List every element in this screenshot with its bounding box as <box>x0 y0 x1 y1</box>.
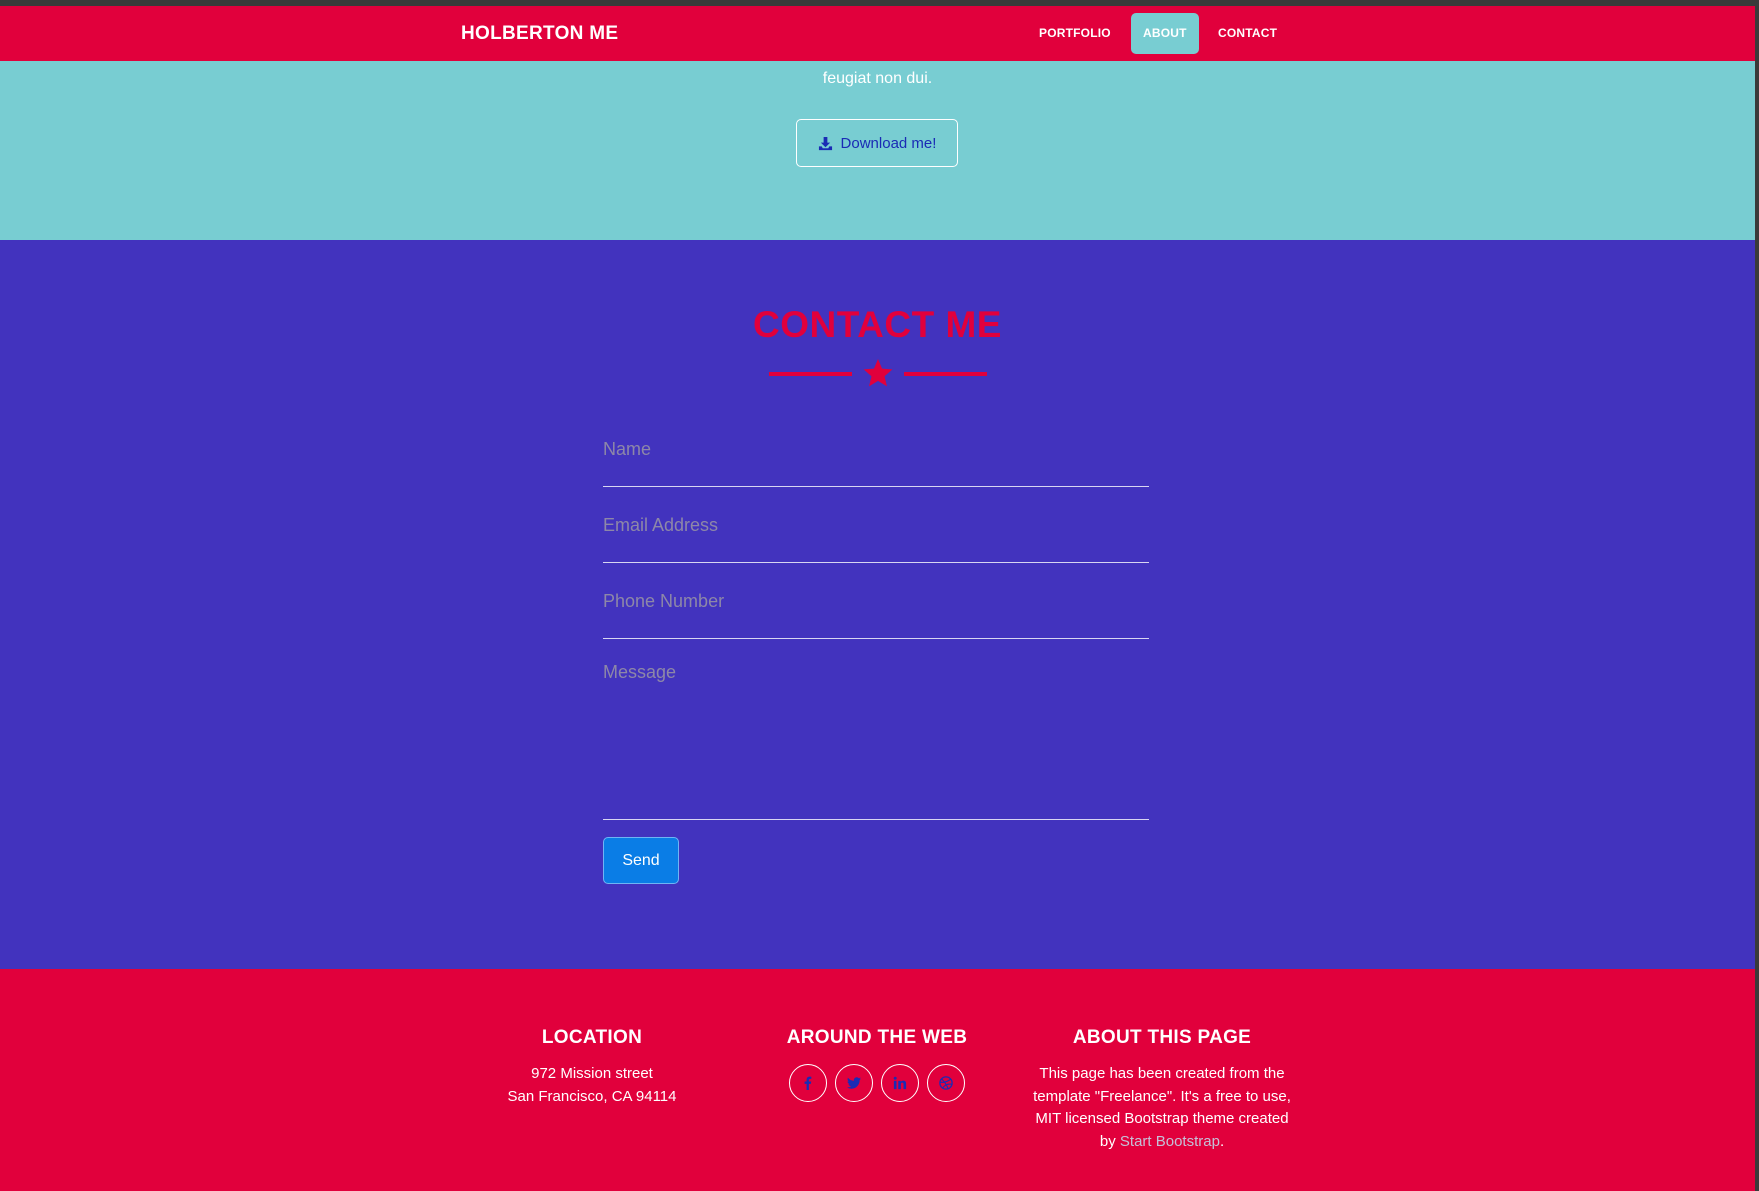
about-text-line: feugiat non dui. <box>822 70 933 87</box>
footer-about-line: . <box>1219 1132 1225 1150</box>
email-field[interactable] <box>603 512 1149 538</box>
contact-title: CONTACT ME <box>753 304 1002 345</box>
divider-line-right <box>904 372 987 376</box>
navbar: HOLBERTON ME PORTFOLIO ABOUT CONTACT <box>0 6 1755 61</box>
name-field[interactable] <box>603 436 1149 462</box>
facebook-button[interactable] <box>789 1064 827 1102</box>
browser-top-strip <box>0 0 1755 6</box>
footer-about-line: by <box>1099 1132 1120 1150</box>
twitter-button[interactable] <box>835 1064 873 1102</box>
facebook-icon <box>804 1076 812 1090</box>
about-text: feugiat non dui. <box>0 60 1755 90</box>
footer-web-heading: AROUND THE WEB <box>786 1027 968 1048</box>
footer-about: ABOUT THIS PAGE This page has been creat… <box>1030 1027 1294 1153</box>
linkedin-icon <box>893 1076 907 1090</box>
download-button-label: Download me! <box>840 134 937 152</box>
email-field-wrapper <box>603 512 1149 563</box>
contact-section: CONTACT ME Send <box>0 240 1755 969</box>
footer: LOCATION 972 Mission street San Francisc… <box>0 969 1755 1191</box>
footer-location: LOCATION 972 Mission street San Francisc… <box>487 1027 697 1108</box>
dribbble-icon <box>939 1076 953 1090</box>
message-field-wrapper <box>603 662 1149 820</box>
twitter-icon <box>847 1077 861 1089</box>
linkedin-button[interactable] <box>881 1064 919 1102</box>
phone-field-wrapper <box>603 588 1149 639</box>
footer-about-line: template "Freelance". It's a free to use… <box>1033 1087 1291 1105</box>
download-icon <box>818 136 832 150</box>
footer-about-heading: ABOUT THIS PAGE <box>1072 1027 1252 1048</box>
nav-item-contact[interactable]: CONTACT <box>1206 13 1289 54</box>
footer-location-heading: LOCATION <box>541 1027 643 1048</box>
message-field[interactable] <box>603 662 1149 812</box>
star-icon <box>863 359 893 387</box>
page: feugiat non dui. Download me! HOLBERTON … <box>0 0 1755 1191</box>
divider-line-left <box>769 372 852 376</box>
name-field-wrapper <box>603 436 1149 487</box>
dribbble-button[interactable] <box>927 1064 965 1102</box>
address-line-1: 972 Mission street <box>531 1065 653 1082</box>
send-button[interactable]: Send <box>603 837 679 884</box>
social-links <box>777 1064 977 1102</box>
footer-about-line: MIT licensed Bootstrap theme created <box>1035 1110 1289 1127</box>
download-button[interactable]: Download me! <box>796 119 958 167</box>
nav-item-portfolio[interactable]: PORTFOLIO <box>1027 13 1123 54</box>
address-line-2: San Francisco, CA 94114 <box>507 1087 677 1105</box>
nav-item-about[interactable]: ABOUT <box>1131 13 1199 54</box>
footer-about-line: This page has been created from the <box>1039 1065 1285 1082</box>
footer-address: 972 Mission street San Francisco, CA 941… <box>487 1063 697 1108</box>
footer-web: AROUND THE WEB <box>777 1027 977 1102</box>
scrollbar[interactable] <box>1755 0 1759 1191</box>
brand-logo[interactable]: HOLBERTON ME <box>461 6 618 61</box>
footer-about-text: This page has been created from the temp… <box>1030 1063 1294 1153</box>
phone-field[interactable] <box>603 588 1149 614</box>
start-bootstrap-link[interactable]: Start Bootstrap <box>1120 1133 1220 1150</box>
